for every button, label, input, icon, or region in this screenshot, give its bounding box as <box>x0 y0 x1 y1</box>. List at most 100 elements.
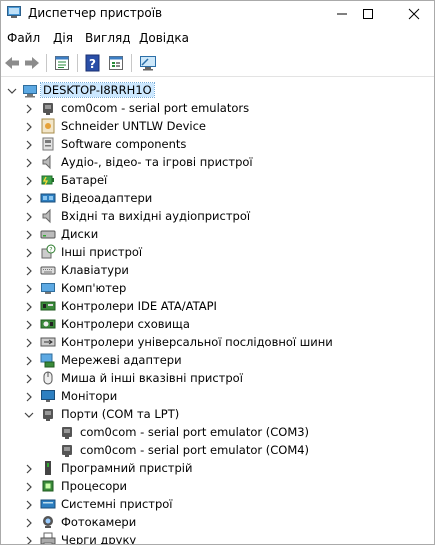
window-title: Диспетчер пристроїв <box>28 6 163 20</box>
chevron-right-icon[interactable] <box>24 391 34 402</box>
chevron-right-icon[interactable] <box>24 499 34 510</box>
tree-node[interactable]: Монітори <box>1 387 434 405</box>
tree-node[interactable]: Контролери сховища <box>1 315 434 333</box>
chevron-right-icon[interactable] <box>24 211 34 222</box>
port-icon <box>59 424 75 440</box>
tree-node-label: Вхідні та вихідні аудіопристрої <box>61 209 251 223</box>
chevron-right-icon[interactable] <box>24 157 34 168</box>
chevron-right-icon[interactable] <box>24 283 34 294</box>
tree-node[interactable]: Контролери IDE ATA/ATAPI <box>1 297 434 315</box>
disk-drive-icon <box>40 226 56 242</box>
tree-node[interactable]: Порти (COM та LPT) <box>1 405 434 423</box>
chevron-right-icon[interactable] <box>24 301 34 312</box>
chevron-down-icon[interactable] <box>24 409 34 419</box>
tree-node[interactable]: Батареї <box>1 171 434 189</box>
chevron-right-icon[interactable] <box>24 517 34 528</box>
svg-text:?: ? <box>89 57 96 71</box>
tree-node[interactable]: Системні пристрої <box>1 495 434 513</box>
chevron-right-icon[interactable] <box>24 319 34 330</box>
tree-node-label: Software components <box>61 137 187 151</box>
chevron-right-icon[interactable] <box>24 247 34 258</box>
help-icon[interactable]: ? <box>84 54 102 72</box>
chevron-right-icon[interactable] <box>24 337 34 348</box>
battery-icon <box>40 172 56 188</box>
schneider-device-icon <box>40 118 56 134</box>
chevron-right-icon[interactable] <box>24 103 34 114</box>
chevron-right-icon[interactable] <box>24 193 34 204</box>
tree-node[interactable]: Клавіатури <box>1 261 434 279</box>
toolbar-separator <box>77 54 78 72</box>
tree-node-label: Аудіо-, відео- та ігрові пристрої <box>61 155 253 169</box>
menu-bar: Файл Дія Вигляд Довідка <box>1 28 434 48</box>
tree-child-label: com0com - serial port emulator (COM4) <box>80 443 310 457</box>
tree-node[interactable]: Software components <box>1 135 434 153</box>
menu-help[interactable]: Довідка <box>139 31 189 45</box>
tree-node-label: Фотокамери <box>61 515 137 529</box>
tree-node[interactable]: Вхідні та вихідні аудіопристрої <box>1 207 434 225</box>
menu-file[interactable]: Файл <box>7 31 40 45</box>
menu-action[interactable]: Дія <box>53 31 73 45</box>
tree-node[interactable]: Програмний пристрій <box>1 459 434 477</box>
chevron-right-icon[interactable] <box>24 229 34 240</box>
tree-node-label: Контролери IDE ATA/ATAPI <box>61 299 217 313</box>
tree-child-node[interactable]: com0com - serial port emulator (COM4) <box>1 441 434 459</box>
tree-node[interactable]: Процесори <box>1 477 434 495</box>
tree-node-label: Комп'ютер <box>61 281 127 295</box>
chevron-right-icon[interactable] <box>24 139 34 150</box>
mouse-icon <box>40 370 56 386</box>
chevron-right-icon[interactable] <box>24 355 34 366</box>
chevron-right-icon[interactable] <box>24 265 34 276</box>
tree-node[interactable]: com0com - serial port emulators <box>1 99 434 117</box>
speaker-icon <box>40 154 56 170</box>
chevron-right-icon[interactable] <box>24 175 34 186</box>
computer-icon <box>40 280 56 296</box>
tree-node-label: Schneider UNTLW Device <box>61 119 206 133</box>
tree-node[interactable]: ? Інші пристрої <box>1 243 434 261</box>
system-device-icon <box>40 496 56 512</box>
tree-node[interactable]: Черги друку <box>1 531 434 544</box>
back-arrow-icon[interactable] <box>3 54 21 72</box>
tree-node[interactable]: Аудіо-, відео- та ігрові пристрої <box>1 153 434 171</box>
monitor-icon <box>40 388 56 404</box>
tree-node-label: Контролери сховища <box>61 317 190 331</box>
tree-node[interactable]: Фотокамери <box>1 513 434 531</box>
chevron-right-icon[interactable] <box>24 121 34 132</box>
chevron-right-icon[interactable] <box>24 373 34 384</box>
tree-node-label: Процесори <box>61 479 128 493</box>
chevron-down-icon[interactable] <box>7 85 17 95</box>
tree-node[interactable]: Миша й інші вказівні пристрої <box>1 369 434 387</box>
software-device-icon <box>40 460 56 476</box>
tree-node[interactable]: Диски <box>1 225 434 243</box>
chevron-right-icon[interactable] <box>24 535 34 544</box>
tree-node-label: Батареї <box>61 173 108 187</box>
forward-arrow-icon[interactable] <box>23 54 41 72</box>
tree-node-label: Диски <box>61 227 99 241</box>
tree-node[interactable]: Контролери універсальної послідовної шин… <box>1 333 434 351</box>
tree-node-label: Клавіатури <box>61 263 129 277</box>
tree-node-label: Миша й інші вказівні пристрої <box>61 371 243 385</box>
tree-node-label: Монітори <box>61 389 118 403</box>
tree-node[interactable]: Комп'ютер <box>1 279 434 297</box>
chevron-right-icon[interactable] <box>24 481 34 492</box>
toolbar: ? <box>1 50 434 77</box>
camera-icon <box>40 514 56 530</box>
chevron-right-icon[interactable] <box>24 463 34 474</box>
tree-node-label: com0com - serial port emulators <box>61 101 250 115</box>
ide-controller-icon <box>40 298 56 314</box>
title-bar: Диспетчер пристроїв <box>1 1 434 26</box>
view-list-icon[interactable] <box>107 54 125 72</box>
menu-view[interactable]: Вигляд <box>85 31 131 45</box>
tree-node[interactable]: Schneider UNTLW Device <box>1 117 434 135</box>
device-tree: DESKTOP-I8RRH1O com0com - serial port em… <box>1 79 434 544</box>
tree-node-label: Відеоадаптери <box>61 191 153 205</box>
close-button[interactable] <box>391 1 434 26</box>
monitor-scan-icon[interactable] <box>139 54 157 72</box>
tree-child-label: com0com - serial port emulator (COM3) <box>80 425 310 439</box>
maximize-button[interactable] <box>345 1 391 26</box>
properties-icon[interactable] <box>53 54 71 72</box>
tree-node[interactable]: Мережеві адаптери <box>1 351 434 369</box>
tree-child-node[interactable]: com0com - serial port emulator (COM3) <box>1 423 434 441</box>
tree-root[interactable]: DESKTOP-I8RRH1O <box>1 81 434 99</box>
keyboard-icon <box>40 262 56 278</box>
tree-node[interactable]: Відеоадаптери <box>1 189 434 207</box>
